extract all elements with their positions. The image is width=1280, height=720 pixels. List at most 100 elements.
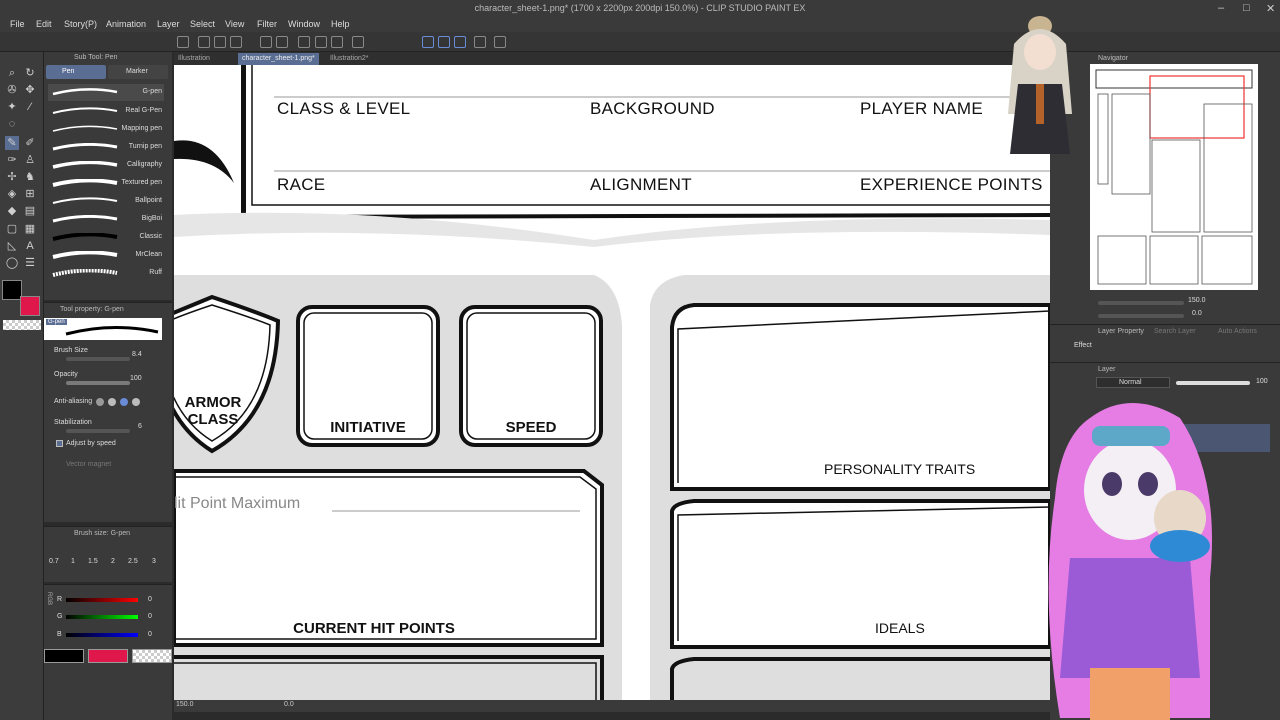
app-icon[interactable] xyxy=(494,36,506,48)
fill-icon[interactable] xyxy=(352,36,364,48)
canvas[interactable]: CLASS & LEVEL BACKGROUND PLAYER NAME RAC… xyxy=(174,65,1050,700)
brush-real-g-pen[interactable]: Real G-Pen xyxy=(48,103,164,120)
size-preset[interactable]: 1 xyxy=(71,558,75,565)
navigator-rotation[interactable]: 0.0 xyxy=(1192,310,1202,317)
navigator-thumbnail[interactable] xyxy=(1090,64,1258,290)
move-icon[interactable]: ↻ xyxy=(23,66,37,80)
auto-actions-tab[interactable]: Auto Actions xyxy=(1218,328,1257,335)
menu-filter[interactable]: Filter xyxy=(257,19,277,29)
maximize-button[interactable]: □ xyxy=(1243,2,1250,14)
brush-g-pen[interactable]: G-pen xyxy=(48,84,164,101)
brush-ruff[interactable]: Ruff xyxy=(48,265,164,282)
operation-icon[interactable]: ✥ xyxy=(23,83,37,97)
lasso-icon[interactable]: ✇ xyxy=(5,83,19,97)
size-preset[interactable]: 1.5 xyxy=(88,558,98,565)
main-color-chip[interactable] xyxy=(44,649,84,663)
snap-ruler-icon[interactable] xyxy=(422,36,434,48)
grid-icon[interactable]: ⊞ xyxy=(23,187,37,201)
selection-icon[interactable]: ◌ xyxy=(5,117,19,131)
eyedropper-icon[interactable]: ⁄ xyxy=(23,100,37,114)
brush-textured-pen[interactable]: Textured pen xyxy=(48,175,164,192)
tablet-icon[interactable] xyxy=(474,36,486,48)
transform-icon[interactable] xyxy=(331,36,343,48)
green-slider[interactable] xyxy=(66,615,138,619)
transparent-swatch[interactable] xyxy=(3,320,41,330)
tab-illustration2[interactable]: Illustration2* xyxy=(326,53,373,65)
undo-icon[interactable] xyxy=(260,36,272,48)
frame-icon[interactable]: ▦ xyxy=(23,222,37,236)
minimize-button[interactable]: – xyxy=(1218,2,1224,14)
navigator-zoom-slider[interactable] xyxy=(1098,301,1184,305)
save-icon[interactable] xyxy=(214,36,226,48)
brush-calligraphy[interactable]: Calligraphy xyxy=(48,157,164,174)
menu-view[interactable]: View xyxy=(225,19,244,29)
antialias-strong-icon[interactable] xyxy=(132,398,140,406)
red-value[interactable]: 0 xyxy=(148,596,152,603)
text-icon[interactable]: A xyxy=(23,239,37,253)
menu-story[interactable]: Story(P) xyxy=(64,19,97,29)
snap-grid-icon[interactable] xyxy=(454,36,466,48)
open-file-icon[interactable] xyxy=(198,36,210,48)
zoom-icon[interactable]: ⌕ xyxy=(5,66,19,80)
brush-ballpoint[interactable]: Ballpoint xyxy=(48,193,164,210)
size-preset[interactable]: 3 xyxy=(152,558,156,565)
size-preset[interactable]: 2 xyxy=(111,558,115,565)
antialias-weak-icon[interactable] xyxy=(108,398,116,406)
group-marker-tab[interactable]: Marker xyxy=(108,65,168,79)
red-slider[interactable] xyxy=(66,598,138,602)
size-preset[interactable]: 2.5 xyxy=(128,558,138,565)
brush-classic[interactable]: Classic xyxy=(48,229,164,246)
adjust-speed-checkbox[interactable] xyxy=(56,440,63,447)
layer-tab[interactable]: Layer xyxy=(1098,366,1116,373)
gradient-icon[interactable]: ▤ xyxy=(23,204,37,218)
blue-value[interactable]: 0 xyxy=(148,631,152,638)
eraser-icon[interactable]: ◈ xyxy=(5,187,19,201)
group-pen-tab[interactable]: Pen xyxy=(46,65,106,79)
menu-animation[interactable]: Animation xyxy=(106,19,146,29)
menu-help[interactable]: Help xyxy=(331,19,350,29)
menu-edit[interactable]: Edit xyxy=(36,19,52,29)
brush-size-slider[interactable] xyxy=(66,357,130,361)
transparent-color-chip[interactable] xyxy=(132,649,172,663)
stabilization-slider[interactable] xyxy=(66,429,130,433)
navigator-zoom[interactable]: 150.0 xyxy=(1188,297,1206,304)
layer-opacity-value[interactable]: 100 xyxy=(1256,378,1268,385)
blend-mode-select[interactable]: Normal xyxy=(1096,377,1170,388)
brush-icon[interactable]: ✑ xyxy=(5,153,19,167)
pen-tool-icon[interactable]: ✎ xyxy=(5,136,19,150)
balloon-icon[interactable]: ◯ xyxy=(5,256,19,270)
layer-opacity-slider[interactable] xyxy=(1176,381,1250,385)
clear-icon[interactable] xyxy=(315,36,327,48)
menu-select[interactable]: Select xyxy=(190,19,215,29)
brush-turnip-pen[interactable]: Turnip pen xyxy=(48,139,164,156)
sub-color-chip[interactable] xyxy=(88,649,128,663)
sub-color-swatch[interactable] xyxy=(20,296,40,316)
main-color-swatch[interactable] xyxy=(2,280,22,300)
angle-readout[interactable]: 0.0 xyxy=(284,701,294,708)
blend-icon[interactable]: ♞ xyxy=(23,170,37,184)
menu-layer[interactable]: Layer xyxy=(157,19,180,29)
antialias-medium-icon[interactable] xyxy=(120,398,128,406)
airbrush-icon[interactable]: ♙ xyxy=(23,153,37,167)
brush-mrclean[interactable]: MrClean xyxy=(48,247,164,264)
opacity-slider[interactable] xyxy=(66,381,130,385)
tab-character-sheet[interactable]: character_sheet-1.png* xyxy=(238,53,319,65)
stabilization-value[interactable]: 6 xyxy=(138,423,142,430)
close-button[interactable]: ✕ xyxy=(1266,2,1275,15)
zoom-readout[interactable]: 150.0 xyxy=(176,701,194,708)
brush-size-value[interactable]: 8.4 xyxy=(132,351,142,358)
tab-illustration[interactable]: Illustration xyxy=(174,53,214,65)
export-icon[interactable] xyxy=(230,36,242,48)
green-value[interactable]: 0 xyxy=(148,613,152,620)
fill-tool-icon[interactable]: ◆ xyxy=(5,204,19,218)
blue-slider[interactable] xyxy=(66,633,138,637)
size-preset[interactable]: 0.7 xyxy=(49,558,59,565)
antialias-options[interactable] xyxy=(96,398,150,408)
new-file-icon[interactable] xyxy=(177,36,189,48)
antialias-none-icon[interactable] xyxy=(96,398,104,406)
correct-line-icon[interactable]: ☰ xyxy=(23,256,37,270)
search-layer-tab[interactable]: Search Layer xyxy=(1154,328,1196,335)
layer-property-tab[interactable]: Layer Property xyxy=(1098,328,1144,335)
decoration-icon[interactable]: ✢ xyxy=(5,170,19,184)
menu-file[interactable]: File xyxy=(10,19,25,29)
